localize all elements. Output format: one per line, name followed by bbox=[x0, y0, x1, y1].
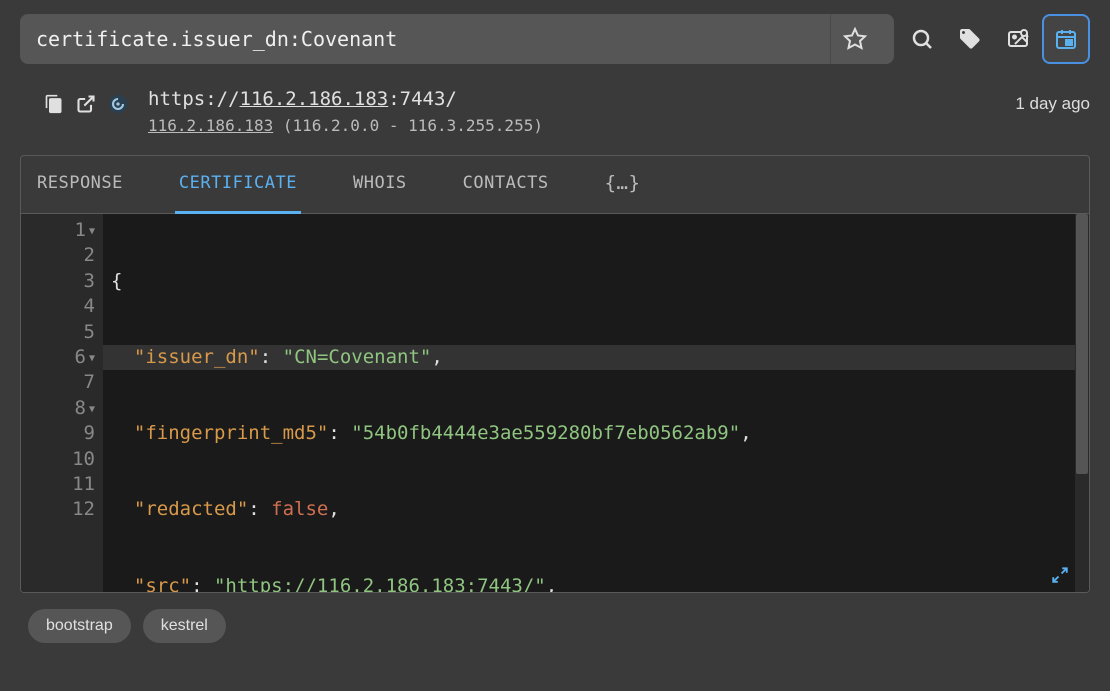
search-input[interactable] bbox=[36, 27, 830, 51]
tab-json[interactable]: {…} bbox=[601, 156, 645, 214]
result-url[interactable]: https://116.2.186.183:7443/ bbox=[148, 88, 1015, 110]
ip-address[interactable]: 116.2.186.183 bbox=[148, 116, 273, 135]
image-search-icon bbox=[1006, 27, 1030, 51]
image-search-button[interactable] bbox=[994, 14, 1042, 64]
tab-certificate[interactable]: CERTIFICATE bbox=[175, 156, 301, 214]
search-icon bbox=[910, 27, 934, 51]
tabs: RESPONSE CERTIFICATE WHOIS CONTACTS {…} bbox=[21, 156, 1089, 214]
tab-whois[interactable]: WHOIS bbox=[349, 156, 411, 214]
search-button[interactable] bbox=[898, 14, 946, 64]
copy-icon[interactable] bbox=[44, 94, 64, 114]
search-input-wrap bbox=[20, 14, 894, 64]
result-timestamp: 1 day ago bbox=[1015, 94, 1090, 114]
vertical-scrollbar[interactable] bbox=[1075, 214, 1089, 592]
tab-contacts[interactable]: CONTACTS bbox=[459, 156, 553, 214]
tag-button[interactable] bbox=[946, 14, 994, 64]
tag-icon bbox=[958, 27, 982, 51]
result-content: RESPONSE CERTIFICATE WHOIS CONTACTS {…} … bbox=[20, 155, 1090, 593]
tab-response[interactable]: RESPONSE bbox=[33, 156, 127, 214]
ip-range: (116.2.0.0 - 116.3.255.255) bbox=[283, 116, 543, 135]
tag-kestrel[interactable]: kestrel bbox=[143, 609, 226, 643]
url-port-path: :7443/ bbox=[388, 88, 457, 110]
date-filter-button[interactable] bbox=[1042, 14, 1090, 64]
open-external-icon[interactable] bbox=[76, 94, 96, 114]
tags-row: bootstrap kestrel bbox=[20, 609, 1090, 643]
result-ip-line: 116.2.186.183 (116.2.0.0 - 116.3.255.255… bbox=[148, 116, 1015, 135]
scrollbar-thumb[interactable] bbox=[1076, 214, 1088, 474]
url-scheme: https:// bbox=[148, 88, 240, 110]
star-icon bbox=[843, 27, 867, 51]
code-content[interactable]: { "issuer_dn": "CN=Covenant", "fingerpri… bbox=[103, 214, 1089, 592]
search-bar bbox=[20, 14, 1090, 64]
result-header: https://116.2.186.183:7443/ 116.2.186.18… bbox=[20, 88, 1090, 135]
code-viewer: 1▼ 2 3 4 5 6▼ 7 8▼ 9 10 11 12 { "issuer_… bbox=[21, 214, 1089, 592]
url-host: 116.2.186.183 bbox=[240, 88, 389, 110]
calendar-icon bbox=[1054, 27, 1078, 51]
tag-bootstrap[interactable]: bootstrap bbox=[28, 609, 131, 643]
source-logo-icon bbox=[108, 94, 128, 114]
fold-toggle-icon[interactable]: ▼ bbox=[89, 226, 95, 237]
fold-toggle-icon[interactable]: ▼ bbox=[89, 353, 95, 364]
favorite-button[interactable] bbox=[830, 14, 878, 64]
expand-icon[interactable] bbox=[1051, 566, 1069, 584]
fold-toggle-icon[interactable]: ▼ bbox=[89, 404, 95, 415]
code-gutter: 1▼ 2 3 4 5 6▼ 7 8▼ 9 10 11 12 bbox=[21, 214, 103, 592]
